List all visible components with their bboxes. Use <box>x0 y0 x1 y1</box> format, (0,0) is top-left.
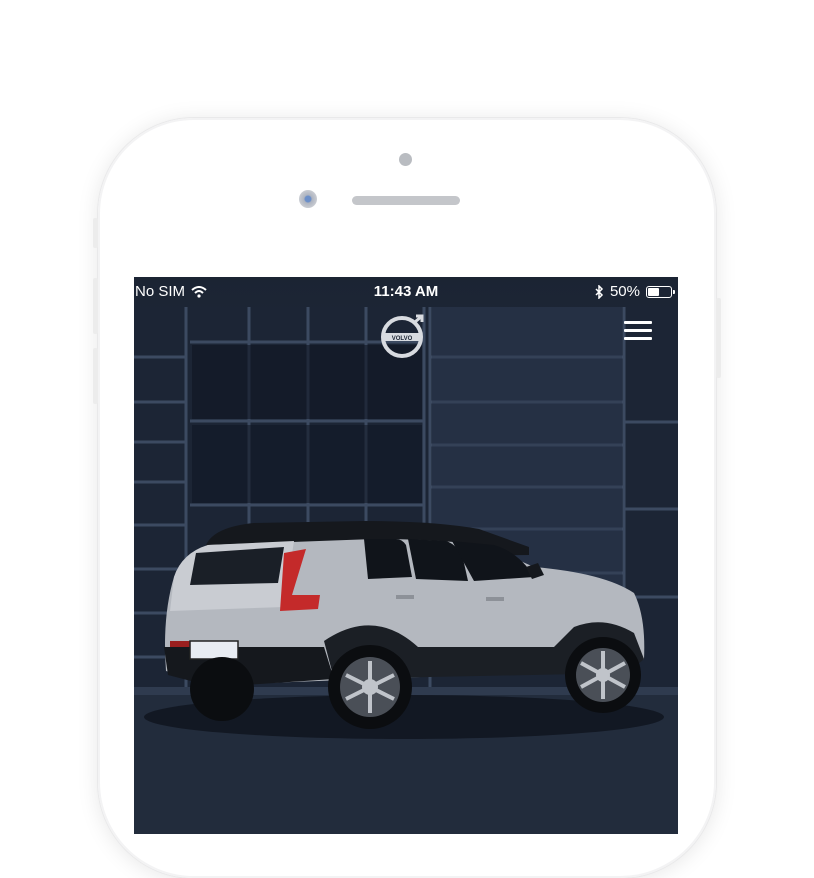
power-button <box>716 298 721 378</box>
mute-switch <box>93 218 98 248</box>
logo-wordmark: VOLVO <box>392 336 413 342</box>
bluetooth-icon <box>595 284 604 299</box>
volvo-logo[interactable]: VOLVO <box>380 313 426 359</box>
app-screen[interactable]: No SIM 11:43 AM 50% VOLVO <box>134 277 678 834</box>
proximity-sensor <box>399 153 412 166</box>
status-bar: No SIM 11:43 AM 50% <box>134 277 678 307</box>
battery-icon <box>646 285 675 298</box>
volume-up-button <box>93 278 98 334</box>
battery-level-fill <box>648 287 659 296</box>
hamburger-menu-icon[interactable] <box>624 321 652 345</box>
hero-image <box>134 307 678 834</box>
battery-percent: 50% <box>609 283 640 300</box>
volume-down-button <box>93 348 98 404</box>
earpiece-speaker <box>352 196 460 205</box>
front-camera <box>299 190 317 208</box>
